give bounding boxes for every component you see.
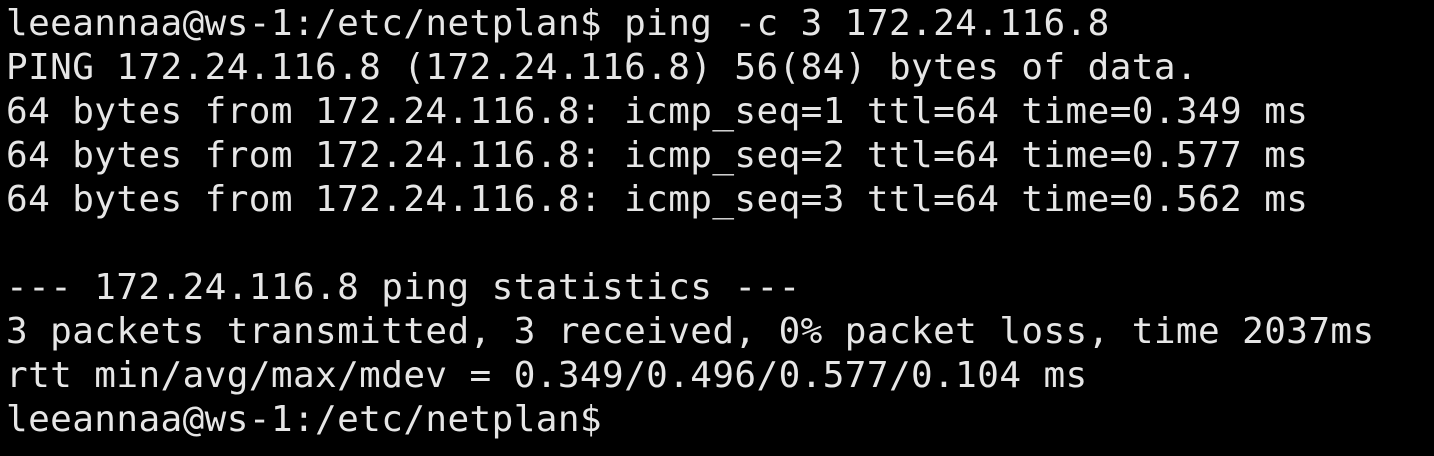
terminal-window[interactable]: leeannaa@ws-1:/etc/netplan$ ping -c 3 17… (0, 0, 1434, 456)
prompt-line[interactable]: leeannaa@ws-1:/etc/netplan$ (6, 398, 1434, 442)
command-line: leeannaa@ws-1:/etc/netplan$ ping -c 3 17… (6, 3, 1110, 44)
rtt-summary-line: rtt min/avg/max/mdev = 0.349/0.496/0.577… (6, 355, 1088, 396)
packet-summary-line: 3 packets transmitted, 3 received, 0% pa… (6, 311, 1375, 352)
ping-reply-line: 64 bytes from 172.24.116.8: icmp_seq=3 t… (6, 179, 1309, 220)
statistics-header-line: --- 172.24.116.8 ping statistics --- (6, 267, 801, 308)
ping-reply-line: 64 bytes from 172.24.116.8: icmp_seq=2 t… (6, 135, 1309, 176)
ping-reply-line: 64 bytes from 172.24.116.8: icmp_seq=1 t… (6, 91, 1309, 132)
ping-header-line: PING 172.24.116.8 (172.24.116.8) 56(84) … (6, 47, 1198, 88)
